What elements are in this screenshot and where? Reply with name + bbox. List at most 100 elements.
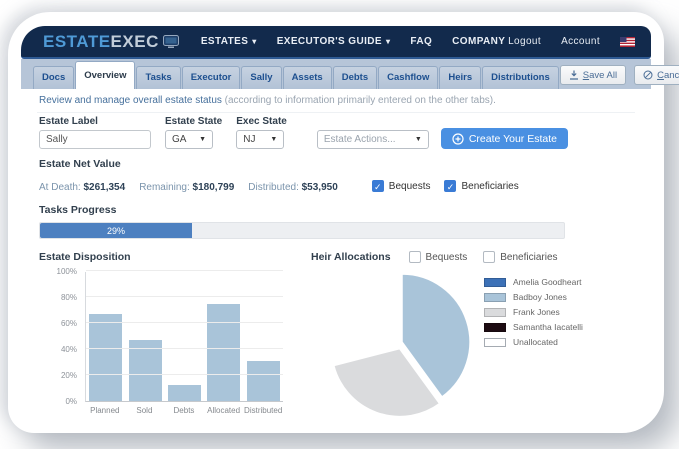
save-all-button[interactable]: Save All xyxy=(560,65,626,85)
x-axis-labels: PlannedSoldDebtsAllocatedDistributed xyxy=(85,406,283,415)
create-your-estate-label: Create Your Estate xyxy=(469,133,557,145)
legend-label: Frank Jones xyxy=(513,307,560,317)
legend-swatch xyxy=(484,293,506,302)
overview-content: Review and manage overall estate status … xyxy=(21,89,651,423)
app-card: ESTATEEXEC ESTATES▾ EXECUTOR'S GUIDE▾ FAQ C… xyxy=(8,12,664,433)
chevron-down-icon: ▼ xyxy=(415,136,422,143)
nav-right-links: Logout Account xyxy=(508,36,600,47)
legend-swatch xyxy=(484,278,506,287)
y-tick-label: 0% xyxy=(65,397,77,406)
cancel-all-button[interactable]: Cancel All xyxy=(634,65,679,85)
bar-sold xyxy=(129,340,162,401)
bars xyxy=(86,272,283,401)
net-value-stat-at-death: At Death: $261,354 xyxy=(39,177,125,195)
tab-assets[interactable]: Assets xyxy=(283,66,332,89)
pie-legend: Amelia Goodheart Badboy Jones Frank Jones S… xyxy=(484,277,583,352)
create-your-estate-button[interactable]: Create Your Estate xyxy=(441,128,568,149)
legend-label: Amelia Goodheart xyxy=(513,277,582,287)
tab-actions: Save All Cancel All xyxy=(560,65,679,89)
cancel-circle-icon xyxy=(643,70,653,80)
tab-docs[interactable]: Docs xyxy=(33,66,74,89)
bar-allocated xyxy=(207,304,240,402)
estateexec-logo[interactable]: ESTATEEXEC xyxy=(43,32,179,52)
heir-checkbox-beneficiaries[interactable]: Beneficiaries xyxy=(483,251,557,263)
review-note-text: (according to information primarily ente… xyxy=(222,95,496,106)
monitor-icon xyxy=(163,35,179,48)
estate-actions-placeholder: Estate Actions... xyxy=(324,134,396,145)
legend-item-frank-jones: Frank Jones xyxy=(484,307,583,317)
tasks-progress-percent: 29% xyxy=(107,226,125,236)
bar-debts xyxy=(168,385,201,401)
estate-actions-select[interactable]: Estate Actions... ▼ xyxy=(317,130,429,149)
nav-item-account[interactable]: Account xyxy=(561,36,600,47)
y-tick-label: 20% xyxy=(61,371,77,380)
tab-heirs[interactable]: Heirs xyxy=(439,66,481,89)
y-tick-label: 40% xyxy=(61,345,77,354)
estate-disposition-chart: Estate Disposition 0%20%40%60%80%100% Pl… xyxy=(39,251,297,423)
tab-tasks[interactable]: Tasks xyxy=(136,66,180,89)
net-value-checkbox-beneficiaries[interactable]: ✓Beneficiaries xyxy=(444,180,518,192)
exec-state-caption: Exec State xyxy=(236,116,287,127)
legend-swatch xyxy=(484,308,506,317)
plus-circle-icon xyxy=(452,133,464,145)
net-value-stats: At Death: $261,354Remaining: $180,799Dis… xyxy=(39,177,352,195)
y-tick-label: 100% xyxy=(57,267,77,276)
net-value-checkbox-bequests[interactable]: ✓Bequests xyxy=(372,180,431,192)
bar-plot-area xyxy=(85,272,283,402)
bar-chart: 0%20%40%60%80%100% PlannedSoldDebtsAlloc… xyxy=(49,272,297,415)
tab-overview[interactable]: Overview xyxy=(75,61,135,89)
checkbox-icon xyxy=(409,251,421,263)
tabs: DocsOverviewTasksExecutorSallyAssetsDebt… xyxy=(33,61,560,89)
estate-label-input[interactable] xyxy=(39,130,151,149)
x-tick-label: Distributed xyxy=(243,406,283,415)
cancel-all-label: Cancel All xyxy=(657,70,679,81)
nav-item-estates[interactable]: ESTATES▾ xyxy=(201,36,257,47)
tab-distributions[interactable]: Distributions xyxy=(482,66,559,89)
exec-state-value: NJ xyxy=(243,134,255,145)
y-tick-label: 60% xyxy=(61,319,77,328)
estate-form-row: Estate Label Estate State GA ▼ Exec Stat… xyxy=(37,113,635,154)
us-flag-icon[interactable] xyxy=(620,37,635,47)
legend-item-unallocated: Unallocated xyxy=(484,337,583,347)
legend-label: Unallocated xyxy=(513,337,558,347)
legend-swatch xyxy=(484,323,506,332)
legend-label: Samantha Iacatelli xyxy=(513,322,583,332)
pie-chart xyxy=(327,265,479,423)
tasks-progress-bar: 29% xyxy=(39,222,565,239)
checkbox-icon xyxy=(483,251,495,263)
nav-item-logout[interactable]: Logout xyxy=(508,36,541,47)
tab-cashflow[interactable]: Cashflow xyxy=(378,66,438,89)
estate-state-field: Estate State GA ▼ xyxy=(165,116,222,149)
chevron-down-icon: ▾ xyxy=(386,37,390,46)
exec-state-field: Exec State NJ ▼ xyxy=(236,116,287,149)
gridline xyxy=(86,322,283,323)
tab-executor[interactable]: Executor xyxy=(182,66,241,89)
tab-sally[interactable]: Sally xyxy=(241,66,281,89)
legend-item-amelia-goodheart: Amelia Goodheart xyxy=(484,277,583,287)
checkbox-label: Beneficiaries xyxy=(461,181,518,192)
tasks-progress-fill: 29% xyxy=(40,223,192,238)
nav-item-executor-s-guide[interactable]: EXECUTOR'S GUIDE▾ xyxy=(277,36,391,47)
estate-state-value: GA xyxy=(172,134,186,145)
stat-label: Remaining: xyxy=(139,182,192,193)
y-tick-label: 80% xyxy=(61,293,77,302)
estate-net-value-section: Estate Net Value At Death: $261,354Remai… xyxy=(37,154,635,202)
stat-value: $53,950 xyxy=(302,182,338,193)
chevron-down-icon: ▼ xyxy=(270,136,277,143)
legend-item-badboy-jones: Badboy Jones xyxy=(484,292,583,302)
exec-state-select[interactable]: NJ ▼ xyxy=(236,130,284,149)
logo-text-exec: EXEC xyxy=(111,32,159,52)
heir-allocations-checkboxes: Bequests Beneficiaries xyxy=(409,251,558,263)
legend-label: Badboy Jones xyxy=(513,292,567,302)
tab-debts[interactable]: Debts xyxy=(333,66,377,89)
download-icon xyxy=(569,70,579,80)
estate-state-select[interactable]: GA ▼ xyxy=(165,130,213,149)
nav-item-faq[interactable]: FAQ xyxy=(410,36,432,47)
nav-item-company[interactable]: COMPANY xyxy=(452,36,505,47)
nav-menu: ESTATES▾ EXECUTOR'S GUIDE▾ FAQ COMPANY xyxy=(201,36,506,47)
net-value-checkboxes: ✓Bequests ✓Beneficiaries xyxy=(372,180,519,192)
save-all-label: Save All xyxy=(583,70,617,81)
heir-checkbox-bequests[interactable]: Bequests xyxy=(409,251,468,263)
net-value-stat-remaining: Remaining: $180,799 xyxy=(139,177,234,195)
tasks-progress-title: Tasks Progress xyxy=(39,204,633,216)
